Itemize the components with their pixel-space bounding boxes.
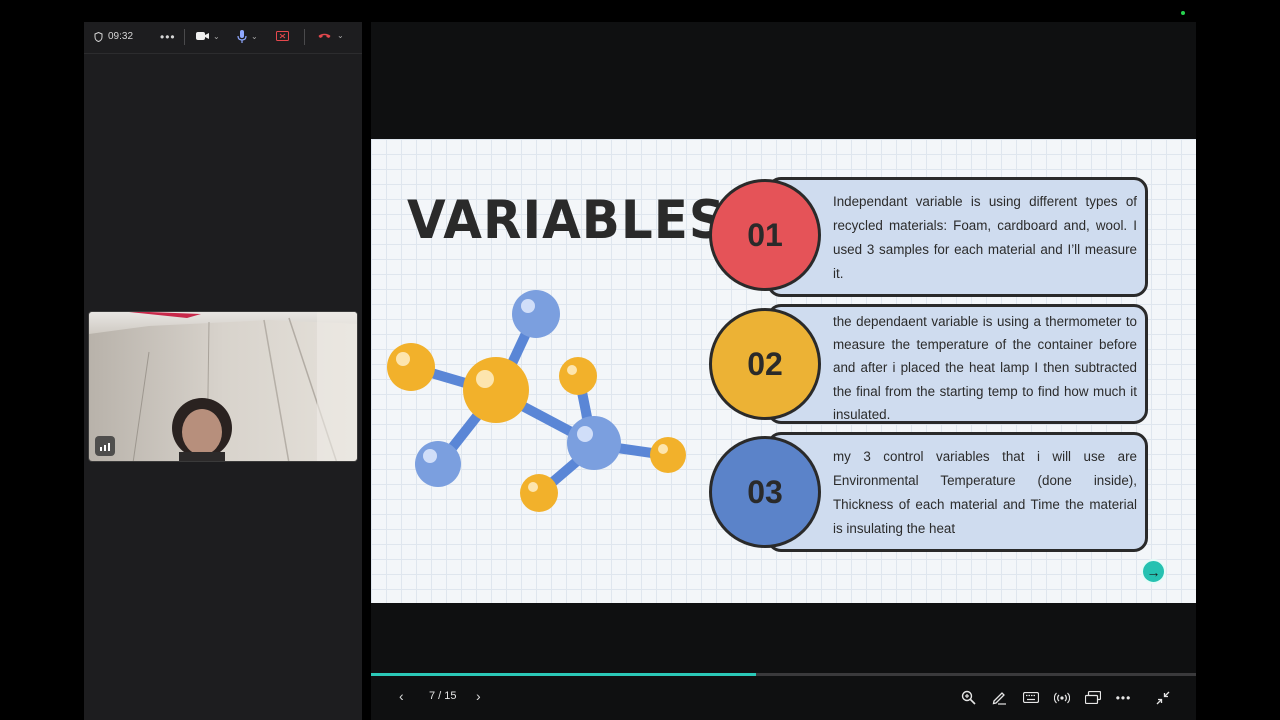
participant-video-frame xyxy=(89,312,357,461)
variable-card-text: Independant variable is using different … xyxy=(833,194,1137,281)
toolbar-divider xyxy=(304,29,305,45)
slide: VARIABLES Independant variable is using … xyxy=(371,139,1196,603)
keyboard-icon xyxy=(1022,692,1039,703)
toolbar-divider xyxy=(184,29,185,45)
presentation-toolbar: ‹ 7 / 15 › ••• xyxy=(371,676,1196,720)
app-root: 09:32 ••• ⌄ ⌄ ⌄ VARIABLES Independant va… xyxy=(0,0,1280,720)
chevron-right-icon: › xyxy=(476,688,481,704)
broadcast-icon xyxy=(1053,692,1070,703)
present-icon xyxy=(1084,691,1101,704)
previous-slide-button[interactable]: ‹ xyxy=(399,688,404,704)
chevron-left-icon: ‹ xyxy=(399,688,404,704)
network-stats-icon xyxy=(100,447,102,451)
present-button[interactable] xyxy=(1083,688,1102,707)
screen-share-button[interactable] xyxy=(276,31,289,41)
microphone-icon xyxy=(237,30,247,43)
slide-next-link[interactable]: → xyxy=(1141,559,1166,584)
screen-share-icon xyxy=(276,31,289,41)
call-panel: 09:32 ••• ⌄ ⌄ ⌄ xyxy=(84,22,362,720)
pen-icon xyxy=(992,692,1006,705)
variable-number-badge: 01 xyxy=(709,179,821,291)
hang-up-button[interactable]: ⌄ xyxy=(318,31,344,40)
pen-button[interactable] xyxy=(990,688,1009,707)
call-timer-text: 09:32 xyxy=(108,31,134,42)
variable-number-badge: 02 xyxy=(709,308,821,420)
presentation-viewer: VARIABLES Independant variable is using … xyxy=(371,22,1196,720)
keyboard-button[interactable] xyxy=(1021,688,1040,707)
zoom-icon xyxy=(961,690,976,705)
arrow-right-icon: → xyxy=(1146,563,1161,580)
chevron-down-icon[interactable]: ⌄ xyxy=(213,32,220,41)
shield-icon xyxy=(94,31,103,42)
more-icon: ••• xyxy=(160,30,176,44)
network-stats-bar xyxy=(104,445,106,451)
variable-card-2: the dependaent variable is using a therm… xyxy=(767,304,1148,424)
chevron-down-icon[interactable]: ⌄ xyxy=(251,32,258,41)
slide-title: VARIABLES xyxy=(407,189,726,251)
presentation-tools: ••• xyxy=(959,688,1133,707)
network-stats-button[interactable] xyxy=(95,436,115,456)
variable-card-1: Independant variable is using different … xyxy=(767,177,1148,297)
camera-icon xyxy=(196,32,209,40)
exit-fullscreen-icon xyxy=(1156,691,1169,704)
camera-button[interactable]: ⌄ xyxy=(196,31,220,41)
network-stats-bar xyxy=(108,443,110,451)
more-icon: ••• xyxy=(1115,690,1132,705)
next-slide-button[interactable]: › xyxy=(476,688,481,704)
microphone-button[interactable]: ⌄ xyxy=(237,30,258,43)
variable-card-3: my 3 control variables that i will use a… xyxy=(767,432,1148,552)
more-options-button[interactable]: ••• xyxy=(1114,688,1133,707)
hang-up-icon xyxy=(318,33,331,38)
variable-card-text: the dependaent variable is using a therm… xyxy=(833,314,1137,422)
broadcast-button[interactable] xyxy=(1052,688,1071,707)
more-button[interactable]: ••• xyxy=(160,30,176,44)
variable-number-badge: 03 xyxy=(709,436,821,548)
page-counter: 7 / 15 xyxy=(429,690,457,702)
call-timer: 09:32 xyxy=(94,31,133,42)
chevron-down-icon[interactable]: ⌄ xyxy=(337,31,344,40)
exit-fullscreen-button[interactable] xyxy=(1153,688,1172,707)
variable-card-text: my 3 control variables that i will use a… xyxy=(833,449,1137,536)
zoom-button[interactable] xyxy=(959,688,978,707)
recording-indicator xyxy=(1181,11,1185,15)
molecule-illustration xyxy=(387,290,686,512)
participant-video[interactable] xyxy=(88,311,358,462)
call-toolbar: 09:32 ••• ⌄ ⌄ ⌄ xyxy=(84,22,362,54)
